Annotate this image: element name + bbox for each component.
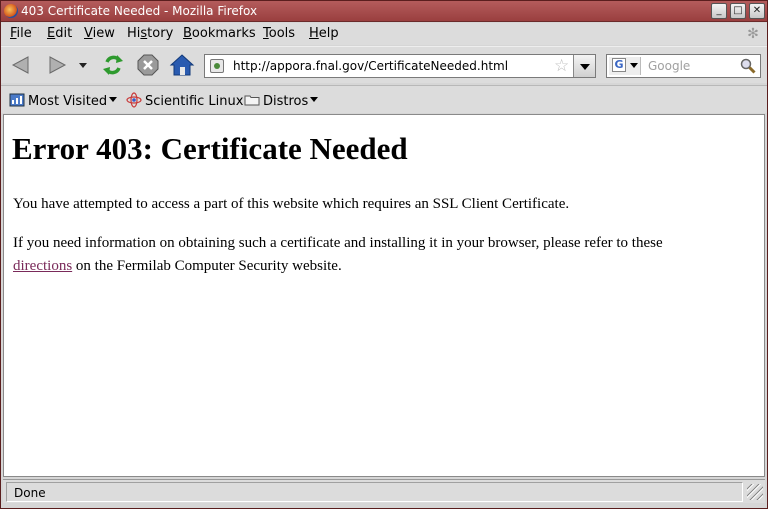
status-bar: Done: [3, 479, 765, 503]
bookmark-scientific-linux[interactable]: Scientific Linux: [126, 92, 243, 112]
magnifier-icon[interactable]: [740, 58, 756, 74]
menu-edit[interactable]: Edit: [47, 26, 72, 41]
url-text[interactable]: http://appora.fnal.gov/CertificateNeeded…: [233, 59, 508, 73]
reload-icon[interactable]: [100, 52, 126, 78]
most-visited-icon: [9, 92, 25, 112]
menu-history[interactable]: History: [127, 26, 173, 41]
chevron-down-icon: [109, 97, 118, 102]
maximize-button[interactable]: □: [730, 3, 746, 19]
browser-window: 403 Certificate Needed - Mozilla Firefox…: [0, 0, 768, 509]
status-panel: Done: [6, 482, 743, 502]
url-dropdown-button[interactable]: [573, 55, 595, 77]
forward-icon[interactable]: [44, 52, 70, 78]
title-bar[interactable]: 403 Certificate Needed - Mozilla Firefox…: [1, 1, 767, 22]
window-title: 403 Certificate Needed - Mozilla Firefox: [21, 4, 258, 18]
bookmark-star-icon[interactable]: ☆: [554, 56, 569, 76]
menu-bar: File Edit View History Bookmarks Tools H…: [1, 23, 767, 45]
instructions-paragraph: If you need information on obtaining suc…: [13, 235, 663, 274]
search-input[interactable]: Google: [648, 59, 690, 73]
search-engine-selector[interactable]: G: [609, 57, 641, 75]
chevron-down-icon: [310, 97, 319, 102]
back-icon[interactable]: [8, 52, 34, 78]
search-box[interactable]: G Google: [606, 54, 761, 78]
error-message: You have attempted to access a part of t…: [13, 196, 570, 212]
chevron-down-icon: [630, 63, 638, 68]
resize-grip-icon[interactable]: [747, 484, 763, 500]
close-button[interactable]: ✕: [749, 3, 765, 19]
home-icon[interactable]: [169, 52, 195, 78]
page-title: Error 403: Certificate Needed: [12, 131, 408, 166]
menu-bookmarks[interactable]: Bookmarks: [183, 26, 256, 41]
url-bar[interactable]: http://appora.fnal.gov/CertificateNeeded…: [204, 54, 596, 78]
history-dropdown-icon[interactable]: [75, 52, 91, 78]
throbber-icon: ✻: [747, 26, 759, 42]
folder-icon: [244, 92, 260, 112]
google-icon: G: [612, 58, 626, 72]
stop-icon[interactable]: [135, 52, 161, 78]
firefox-icon: [4, 4, 18, 18]
bookmark-distros[interactable]: Distros: [244, 92, 319, 112]
page-content: Error 403: Certificate Needed You have a…: [3, 114, 765, 477]
scientific-linux-icon: [126, 92, 142, 112]
minimize-button[interactable]: _: [711, 3, 727, 19]
bookmarks-toolbar: Most Visited Scientific Linux Distros: [1, 85, 767, 113]
directions-link[interactable]: directions: [13, 258, 72, 274]
menu-view[interactable]: View: [84, 26, 115, 41]
menu-help[interactable]: Help: [309, 26, 339, 41]
navigation-toolbar: http://appora.fnal.gov/CertificateNeeded…: [1, 46, 767, 83]
status-text: Done: [14, 486, 46, 500]
menu-file[interactable]: File: [10, 26, 32, 41]
bookmark-most-visited[interactable]: Most Visited: [9, 92, 118, 112]
menu-tools[interactable]: Tools: [263, 26, 295, 41]
site-identity-icon[interactable]: [210, 59, 224, 73]
